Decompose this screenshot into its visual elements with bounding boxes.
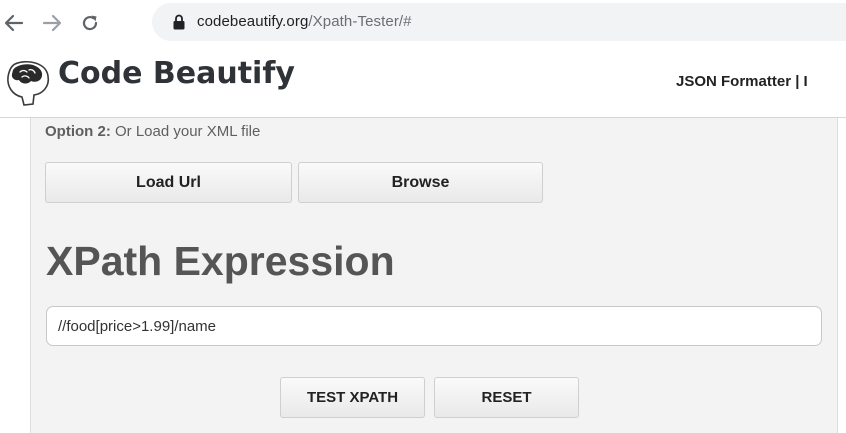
forward-arrow-icon[interactable] — [41, 12, 63, 34]
option-label: Option 2: Or Load your XML file — [45, 123, 260, 140]
browser-toolbar: codebeautify.org/Xpath-Tester/# — [0, 0, 846, 46]
header-nav-links[interactable]: JSON Formatter | I — [676, 73, 808, 90]
reset-button[interactable]: RESET — [434, 377, 579, 418]
address-bar[interactable]: codebeautify.org/Xpath-Tester/# — [152, 3, 846, 41]
option-label-text: Or Load your XML file — [110, 123, 261, 140]
brain-logo-icon[interactable] — [6, 60, 52, 108]
xml-tool-panel: Option 2: Or Load your XML file Load Url… — [30, 118, 838, 433]
url-path: /Xpath-Tester/# — [308, 13, 412, 30]
reload-icon[interactable] — [79, 12, 101, 34]
url-domain: codebeautify.org — [197, 13, 309, 30]
load-url-button[interactable]: Load Url — [45, 162, 292, 203]
option-label-bold: Option 2: — [45, 123, 111, 140]
browse-button[interactable]: Browse — [298, 162, 543, 203]
xpath-expression-input[interactable] — [46, 306, 822, 346]
lock-icon — [173, 14, 185, 30]
url-text[interactable]: codebeautify.org/Xpath-Tester/# — [197, 13, 412, 30]
test-xpath-button[interactable]: TEST XPATH — [280, 377, 425, 418]
back-arrow-icon[interactable] — [3, 12, 25, 34]
site-header: Code Beautify JSON Formatter | I — [0, 46, 846, 118]
xpath-expression-heading: XPath Expression — [46, 238, 395, 284]
site-logo-text[interactable]: Code Beautify — [58, 56, 295, 91]
